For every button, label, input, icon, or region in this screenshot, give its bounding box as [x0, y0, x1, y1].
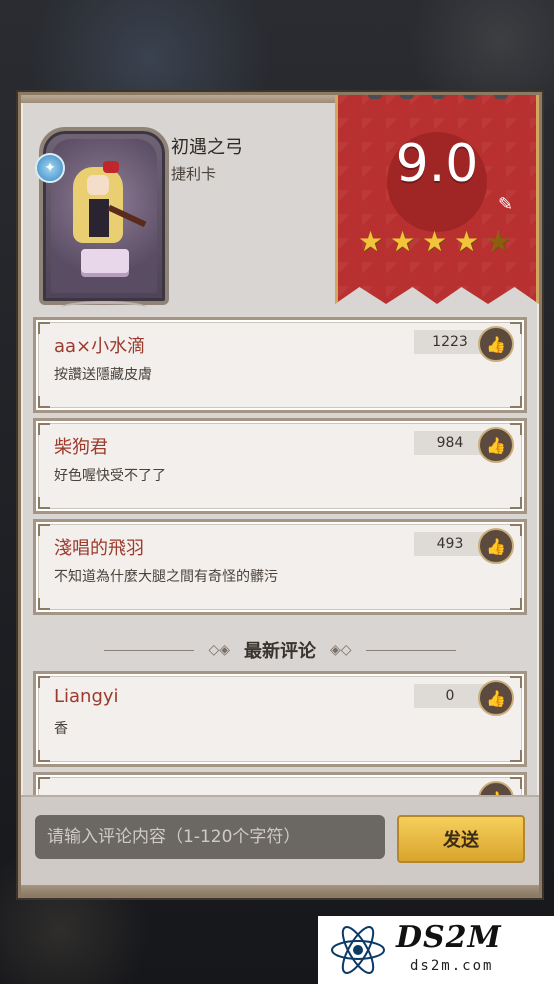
- star-icon: ★: [358, 225, 384, 258]
- comment-item: 柴狗君 好色喔快受不了了 984 👍: [33, 418, 527, 514]
- like-count: 493: [414, 532, 486, 556]
- watermark: DS2M ds2m.com: [318, 916, 554, 984]
- card-subtitle: 捷利卡: [171, 165, 217, 183]
- comment-item: aa×小水滴 按讚送隱藏皮膚 1223 👍: [33, 317, 527, 413]
- thumbs-up-icon[interactable]: 👍: [478, 326, 514, 362]
- card-review-panel: ✦ 初遇之弓 捷利卡 9.0 ✎ ★ ★ ★ ★ ★ aa×小水滴 按讚送隱藏皮…: [18, 92, 542, 898]
- comment-text: 香: [54, 721, 68, 737]
- comment-user: Liangyi: [54, 686, 119, 707]
- pencil-icon[interactable]: ✎: [498, 194, 513, 215]
- diamond-ornament-icon: ◈◇: [330, 642, 352, 658]
- card-title: 初遇之弓: [171, 137, 243, 158]
- character-body: [89, 199, 109, 237]
- card-art: [51, 139, 157, 293]
- atom-logo-icon: [331, 926, 385, 974]
- card-portrait[interactable]: [39, 127, 169, 305]
- comment-text: 按讚送隱藏皮膚: [54, 367, 152, 383]
- character-face: [87, 175, 109, 195]
- thumbs-up-icon[interactable]: 👍: [478, 680, 514, 716]
- latest-comments-header: ◇◈ 最新评论 ◈◇: [21, 635, 539, 665]
- thumbs-up-icon[interactable]: 👍: [478, 427, 514, 463]
- comment-text: 好色喔快受不了了: [54, 468, 166, 484]
- star-icon: ★: [390, 225, 416, 258]
- comment-item: 淺唱的飛羽 不知道為什麼大腿之間有奇怪的髒污 493 👍: [33, 519, 527, 615]
- comment-item: Liangyi 香 0 👍: [33, 671, 527, 767]
- thumbs-up-icon[interactable]: 👍: [478, 528, 514, 564]
- divider: [365, 649, 456, 651]
- divider: [104, 649, 195, 651]
- panel-bottom-bar: [21, 885, 539, 895]
- comment-user: 淺唱的飛羽: [54, 538, 144, 559]
- banner-rings: [368, 95, 508, 99]
- half-star-icon: ★: [486, 228, 514, 256]
- character-hair-bow: [103, 161, 119, 173]
- score-value: 9.0: [395, 134, 479, 194]
- score-banner: 9.0 ✎ ★ ★ ★ ★ ★: [335, 95, 539, 304]
- watermark-title: DS2M: [396, 920, 502, 955]
- send-button[interactable]: 发送: [397, 815, 525, 863]
- section-title: 最新评论: [244, 641, 316, 662]
- character-pedestal: [81, 249, 129, 273]
- watermark-subtitle: ds2m.com: [410, 958, 494, 974]
- like-count: 1223: [414, 330, 486, 354]
- shield-icon: ✦: [35, 153, 65, 183]
- comment-text: 不知道為什麼大腿之間有奇怪的髒污: [54, 569, 278, 585]
- comment-input[interactable]: [35, 815, 385, 859]
- comment-user: aa×小水滴: [54, 336, 146, 357]
- wing-ornament: [61, 301, 147, 314]
- rating-stars: ★ ★ ★ ★ ★: [358, 228, 514, 256]
- like-count: 0: [414, 684, 486, 708]
- comment-user: 柴狗君: [54, 437, 108, 458]
- diamond-ornament-icon: ◇◈: [208, 642, 230, 658]
- star-icon: ★: [422, 225, 448, 258]
- star-icon: ★: [454, 225, 480, 258]
- like-count: 984: [414, 431, 486, 455]
- comment-input-bar: 发送: [21, 795, 539, 895]
